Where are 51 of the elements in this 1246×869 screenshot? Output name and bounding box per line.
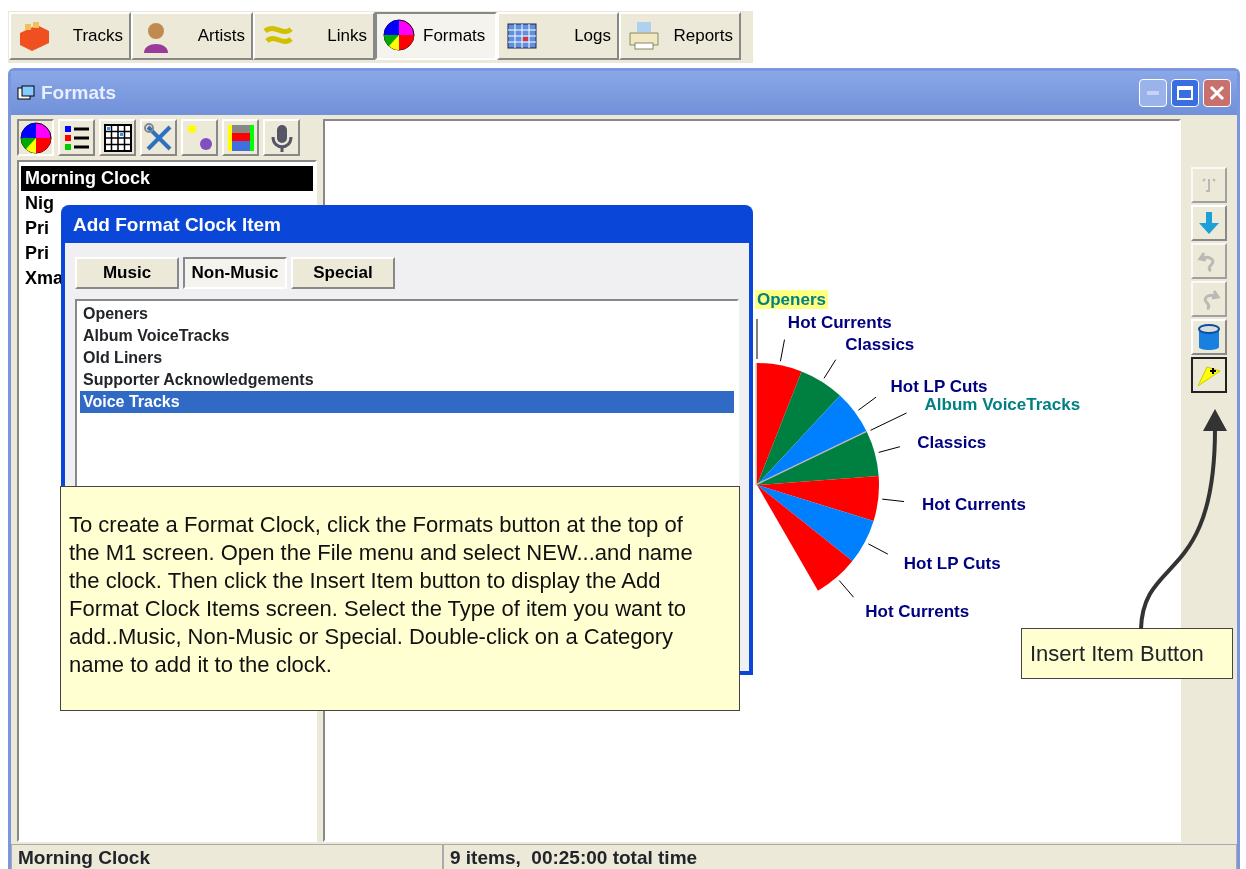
dialog-title: Add Format Clock Item [72,213,282,237]
leader-line [779,339,785,362]
category-item[interactable]: Openers [80,303,734,325]
bin-icon [1195,323,1223,351]
category-item[interactable]: Supporter Acknowledgements [80,369,734,391]
format-tool-button[interactable] [17,119,54,156]
printer-icon [627,19,661,53]
chart-label: Classics [917,433,987,453]
grid-icon [101,121,134,154]
window-icon [17,85,35,101]
category-item[interactable]: Old Liners [80,347,734,369]
category-item[interactable]: Album VoiceTracks [80,325,734,347]
clock-item[interactable]: Morning Clock [21,166,313,191]
maximize-icon [1177,86,1193,100]
leader-line [878,446,901,453]
leader-line [867,543,889,555]
leader-line [838,580,855,598]
status-summary: 9 items, 00:25:00 total time [443,844,1237,869]
chart-label: Hot Currents [921,494,1026,514]
close-button[interactable] [1203,79,1231,107]
leader-line [756,318,758,360]
maximize-button[interactable] [1171,79,1199,107]
chart-label: Classics [845,335,915,355]
window-title: Formats [41,80,116,105]
toolbar-button[interactable]: Logs [497,12,619,60]
chart-label: Openers [755,290,828,309]
toolbar-button[interactable]: Reports [619,12,741,60]
toolbar-button[interactable]: Links [253,12,375,60]
chart-label: Hot LP Cuts [890,377,988,397]
chart-label: Hot Currents [787,312,892,332]
chart-label: Hot LP Cuts [903,553,1001,573]
toolbar-button[interactable]: Artists [131,12,253,60]
leader-line [823,359,837,379]
leader-line [881,498,905,503]
crate-icon [17,19,51,53]
callout-note: Insert Item Button [1021,628,1233,679]
pie-chart-icon [19,121,52,154]
chart-label: Hot Currents [865,601,970,621]
type-tab[interactable]: Music [75,257,179,289]
type-tab[interactable]: Non-Music [183,257,287,289]
minimize-icon [1147,91,1159,95]
chart-label: Album VoiceTracks [924,395,1081,415]
status-clock-name: Morning Clock [11,844,443,869]
toolbar-button[interactable]: Tracks [9,12,131,60]
pie-chart-icon [383,19,417,53]
close-icon [1209,85,1225,101]
category-item[interactable]: Voice Tracks [80,391,734,413]
tool-button[interactable] [1191,357,1227,393]
toolbar-button[interactable]: Formats [375,12,497,60]
instruction-note: To create a Format Clock, click the Formats button at the top of the M1 screen. Open the File menu and select NEW...and name the clock. Then click the Insert Item button to display the Add Format Clock Items screen. Select the Type of item you want to add..Music, Non-Music or Special. Double-click on a Category name to add it to the clock. [60,486,740,711]
type-tab[interactable]: Special [291,257,395,289]
